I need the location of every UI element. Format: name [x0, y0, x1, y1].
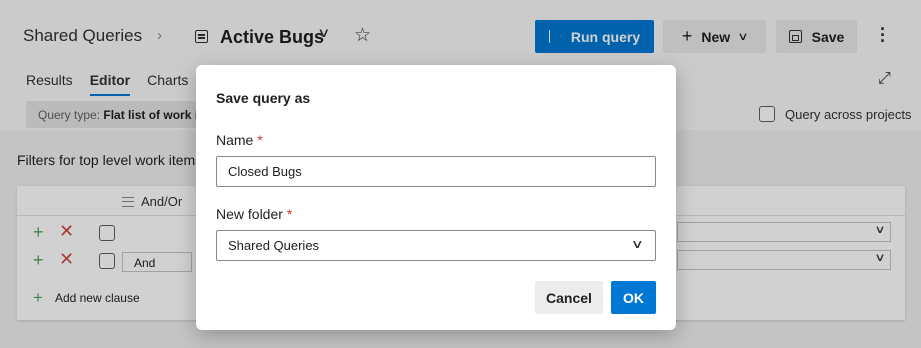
folder-label: New folder *: [216, 206, 292, 222]
name-label-text: Name: [216, 132, 254, 148]
chevron-down-icon: ∨: [631, 237, 645, 251]
name-field-value: Closed Bugs: [228, 164, 302, 179]
folder-select-value: Shared Queries: [228, 238, 320, 253]
cancel-button[interactable]: Cancel: [535, 281, 603, 314]
folder-select[interactable]: Shared Queries ∨: [216, 230, 656, 261]
name-field[interactable]: Closed Bugs: [216, 156, 656, 187]
ok-button[interactable]: OK: [611, 281, 656, 314]
required-mark: *: [286, 206, 293, 222]
folder-label-text: New folder: [216, 206, 283, 222]
save-query-dialog: Save query as Name * Closed Bugs New fol…: [196, 65, 676, 330]
name-label: Name *: [216, 132, 263, 148]
required-mark: *: [257, 132, 263, 148]
dialog-title: Save query as: [216, 90, 311, 106]
